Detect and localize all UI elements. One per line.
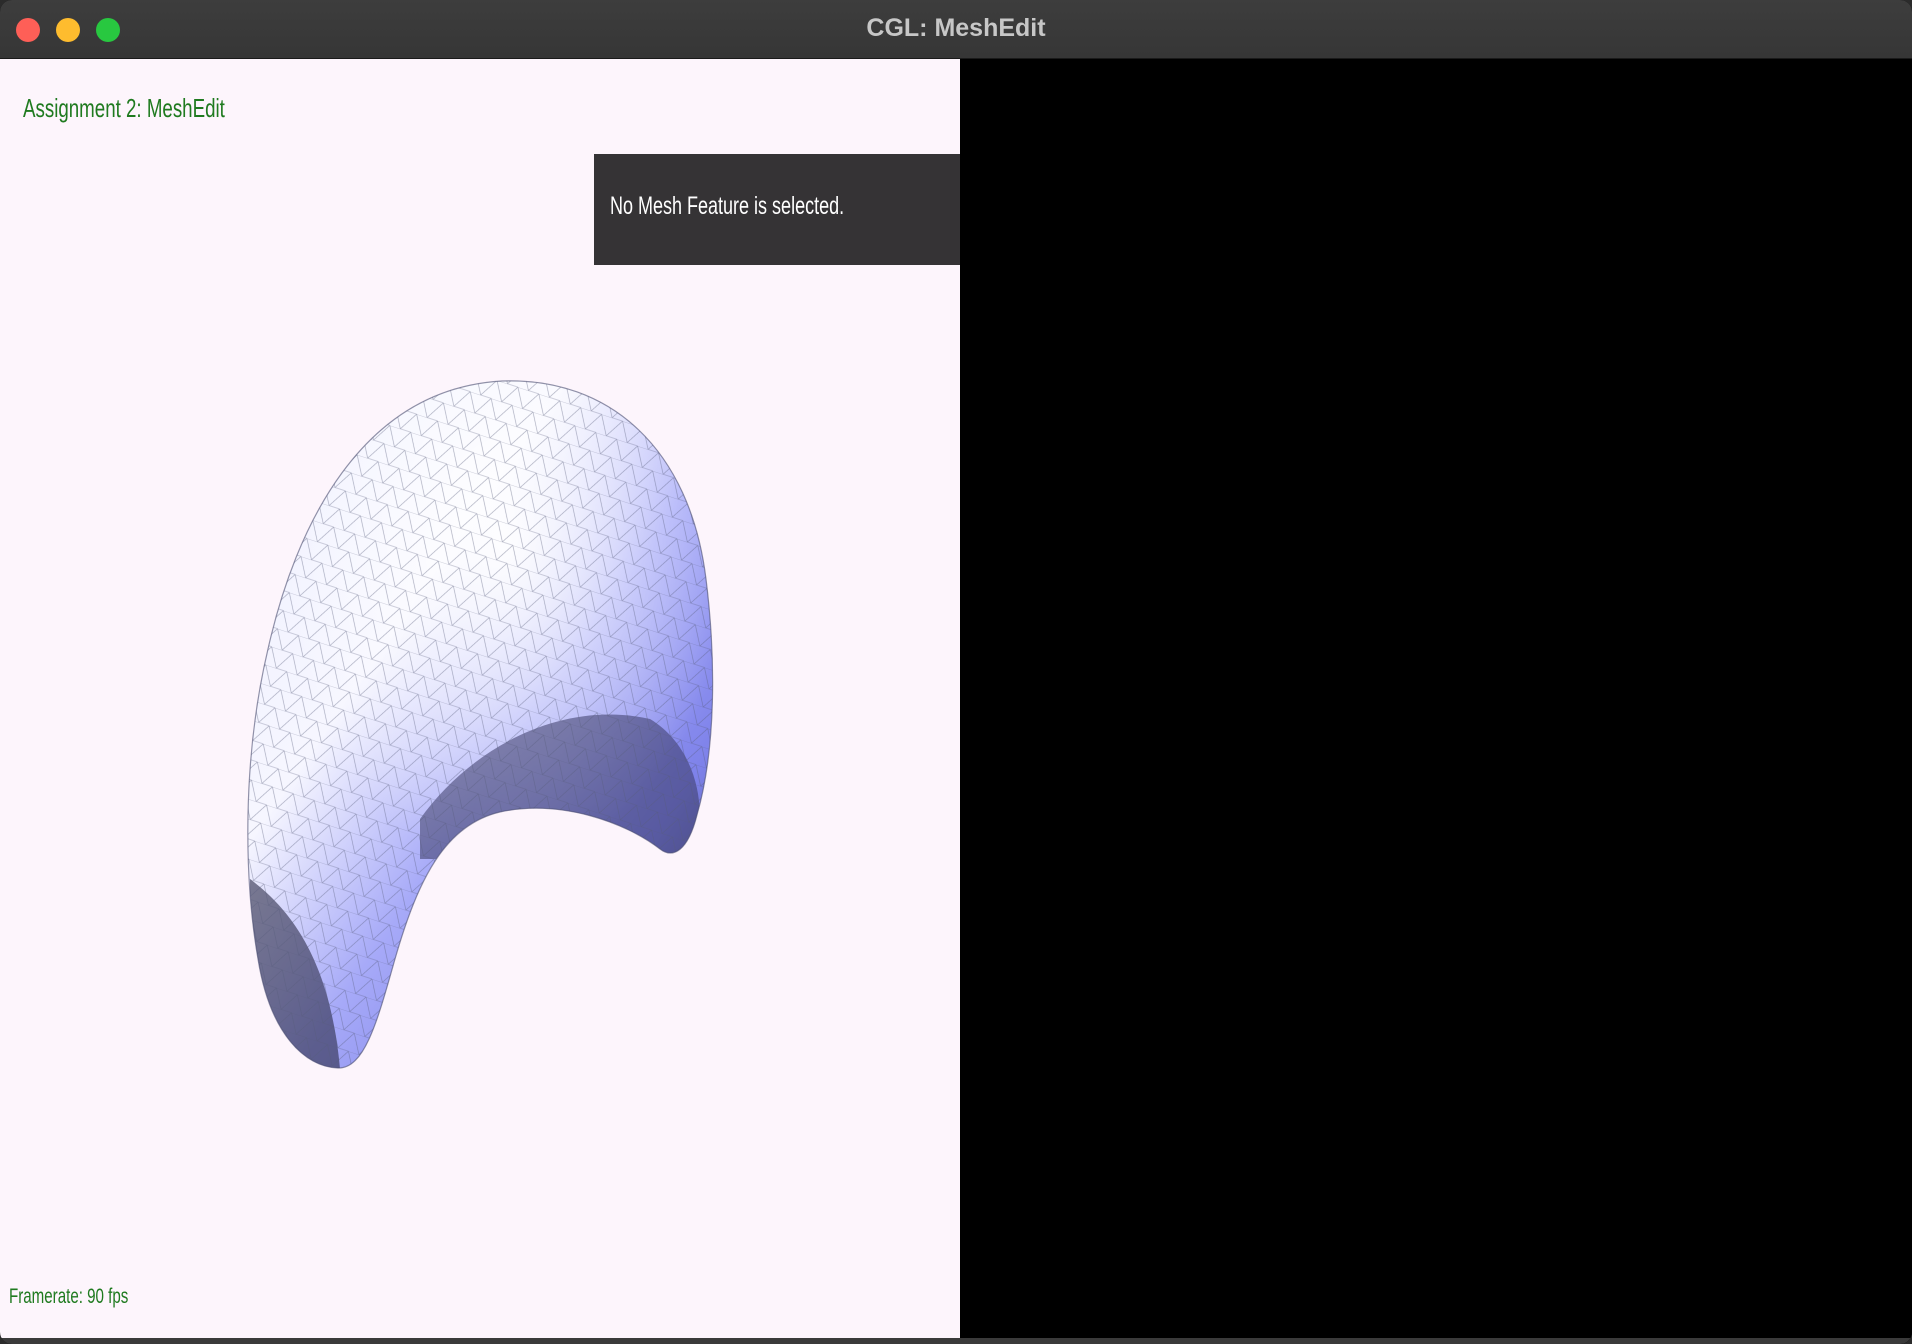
framerate-readout: Framerate: 90 fps xyxy=(9,1285,129,1308)
assignment-heading: Assignment 2: MeshEdit xyxy=(23,93,225,123)
window-bottom-edge xyxy=(0,1338,1912,1344)
info-panel: No Mesh Feature is selected. xyxy=(594,154,960,265)
mesh-viewport[interactable]: Assignment 2: MeshEdit No Mesh Feature i… xyxy=(0,59,960,1338)
empty-render-area xyxy=(960,59,1912,1344)
window-title: CGL: MeshEdit xyxy=(866,14,1046,42)
app-window: CGL: MeshEdit Assignment 2: MeshEdit No … xyxy=(0,0,1912,1344)
title-bar[interactable]: CGL: MeshEdit xyxy=(0,0,1912,59)
selection-status-text: No Mesh Feature is selected. xyxy=(610,192,845,220)
